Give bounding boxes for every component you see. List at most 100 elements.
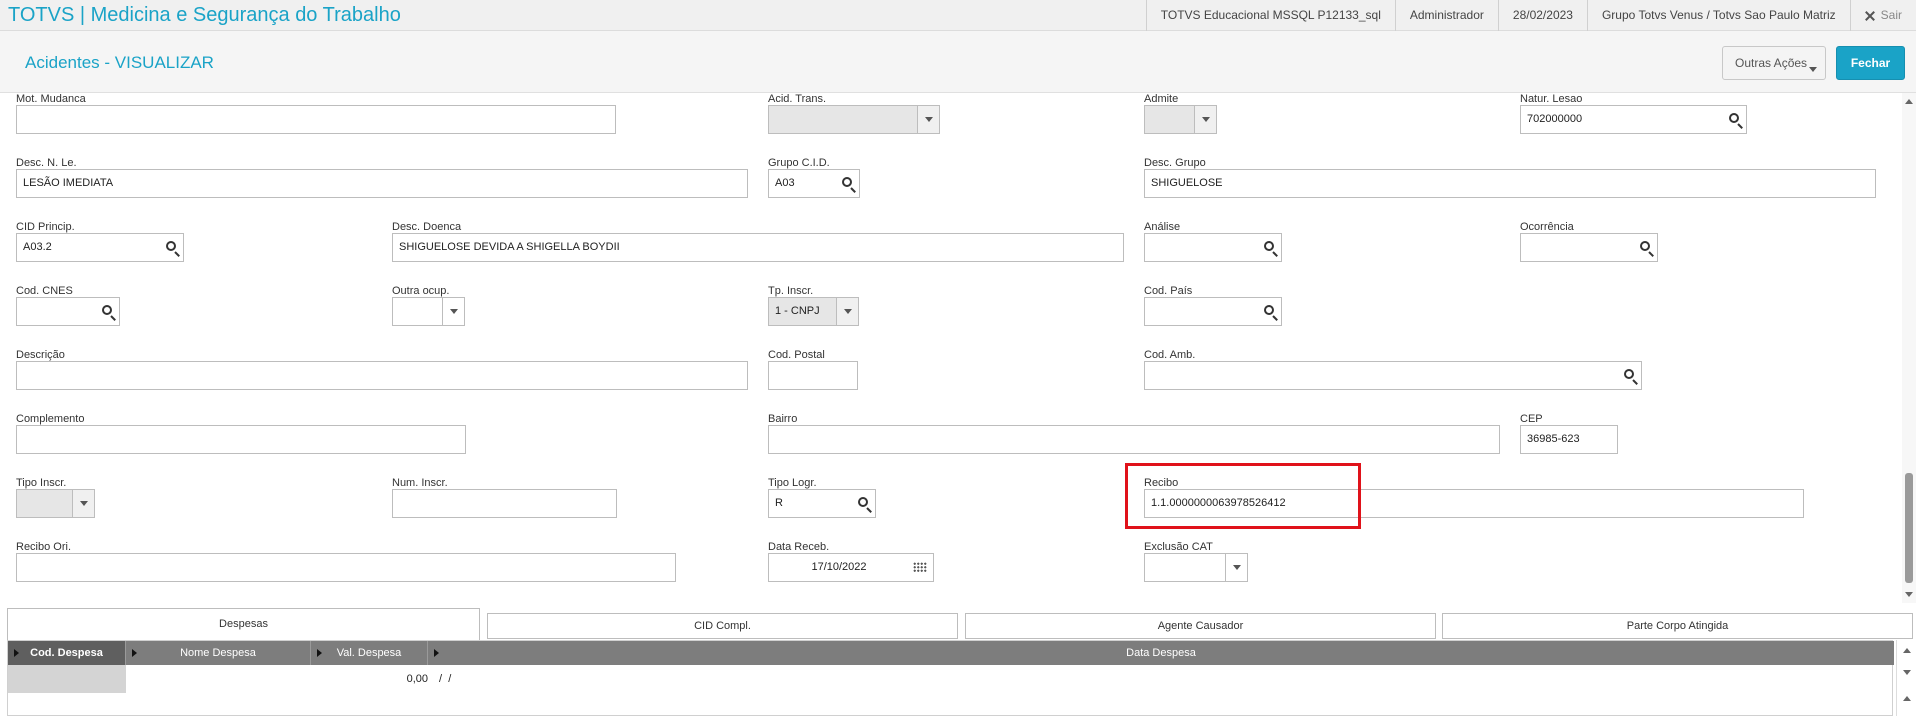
tp-inscr-select[interactable]: 1 - CNPJ bbox=[768, 297, 859, 326]
scroll-up-icon[interactable] bbox=[1903, 648, 1911, 653]
column-val-despesa[interactable]: Val. Despesa bbox=[311, 641, 428, 665]
natur-lesao-label: Natur. Lesao bbox=[1520, 93, 1583, 105]
column-marker-icon bbox=[14, 649, 19, 657]
column-cod-despesa[interactable]: Cod. Despesa bbox=[8, 641, 126, 665]
dropdown-arrow-icon[interactable] bbox=[1225, 554, 1247, 581]
outra-ocup-select[interactable] bbox=[392, 297, 465, 326]
admite-select[interactable] bbox=[1144, 105, 1217, 134]
dropdown-arrow-icon[interactable] bbox=[1194, 106, 1216, 133]
form-scrollbar[interactable] bbox=[1902, 93, 1916, 603]
grupo-cid-input[interactable]: A03 bbox=[768, 169, 860, 198]
column-marker-icon bbox=[317, 649, 322, 657]
num-inscr-input[interactable] bbox=[392, 489, 617, 518]
search-icon[interactable] bbox=[1729, 113, 1739, 123]
grid-header: Cod. Despesa Nome Despesa Val. Despesa D… bbox=[8, 641, 1894, 665]
environment-label: TOTVS Educacional MSSQL P12133_sql bbox=[1145, 0, 1395, 31]
ocorrencia-label: Ocorrência bbox=[1520, 221, 1574, 233]
dropdown-arrow-icon[interactable] bbox=[917, 106, 939, 133]
descricao-label: Descrição bbox=[16, 349, 65, 361]
complemento-input[interactable] bbox=[16, 425, 466, 454]
scroll-down-icon[interactable] bbox=[1903, 670, 1911, 675]
calendar-icon[interactable] bbox=[913, 562, 927, 573]
ocorrencia-input[interactable] bbox=[1520, 233, 1658, 262]
tipo-inscr-select[interactable] bbox=[16, 489, 95, 518]
cell-nome-despesa[interactable] bbox=[126, 665, 311, 693]
column-nome-despesa[interactable]: Nome Despesa bbox=[126, 641, 311, 665]
search-icon[interactable] bbox=[858, 497, 868, 507]
recibo-ori-input[interactable] bbox=[16, 553, 676, 582]
close-icon bbox=[1865, 11, 1875, 21]
page-header: Acidentes - VISUALIZAR Outras Ações Fech… bbox=[0, 31, 1916, 93]
grid-scrollbar[interactable] bbox=[1896, 640, 1916, 716]
column-val-despesa-label: Val. Despesa bbox=[336, 647, 402, 659]
search-icon[interactable] bbox=[842, 177, 852, 187]
scroll-up-icon[interactable] bbox=[1905, 99, 1913, 104]
recibo-ori-label: Recibo Ori. bbox=[16, 541, 72, 553]
other-actions-label: Outras Ações bbox=[1735, 56, 1808, 70]
data-receb-value: 17/10/2022 bbox=[811, 561, 867, 573]
search-icon[interactable] bbox=[1624, 369, 1634, 379]
exclusao-cat-label: Exclusão CAT bbox=[1144, 541, 1213, 553]
mot-mudanca-input[interactable] bbox=[16, 105, 616, 134]
analise-label: Análise bbox=[1144, 221, 1181, 233]
close-button[interactable]: Fechar bbox=[1836, 46, 1905, 80]
despesas-grid: Cod. Despesa Nome Despesa Val. Despesa D… bbox=[7, 640, 1894, 716]
dropdown-arrow-icon[interactable] bbox=[442, 298, 464, 325]
company-label[interactable]: Grupo Totvs Venus / Totvs Sao Paulo Matr… bbox=[1586, 0, 1850, 31]
descricao-input[interactable] bbox=[16, 361, 748, 390]
exclusao-cat-select[interactable] bbox=[1144, 553, 1248, 582]
desc-n-le-input[interactable]: LESÃO IMEDIATA bbox=[16, 169, 748, 198]
acid-trans-select[interactable] bbox=[768, 105, 940, 134]
exit-button[interactable]: Sair bbox=[1849, 0, 1916, 31]
cep-input[interactable]: 36985-623 bbox=[1520, 425, 1618, 454]
cod-postal-input[interactable] bbox=[768, 361, 858, 390]
cid-princip-input[interactable]: A03.2 bbox=[16, 233, 184, 262]
desc-grupo-label: Desc. Grupo bbox=[1144, 157, 1206, 169]
cod-postal-label: Cod. Postal bbox=[768, 349, 825, 361]
complemento-label: Complemento bbox=[16, 413, 85, 425]
desc-n-le-label: Desc. N. Le. bbox=[16, 157, 77, 169]
dropdown-arrow-icon[interactable] bbox=[836, 298, 858, 325]
search-icon[interactable] bbox=[1264, 241, 1274, 251]
search-icon[interactable] bbox=[1264, 305, 1274, 315]
accident-form: Mot. Mudanca Acid. Trans. Admite Natur. … bbox=[0, 93, 1900, 603]
table-row[interactable]: 0,00 / / bbox=[8, 665, 1894, 693]
natur-lesao-input[interactable]: 702000000 bbox=[1520, 105, 1747, 134]
scroll-down-icon[interactable] bbox=[1905, 592, 1913, 597]
scroll-thumb[interactable] bbox=[1905, 473, 1913, 583]
tab-cid-compl[interactable]: CID Compl. bbox=[487, 613, 958, 639]
data-receb-input[interactable]: 17/10/2022 bbox=[768, 553, 934, 582]
cod-pais-label: Cod. País bbox=[1144, 285, 1193, 297]
cid-princip-label: CID Princip. bbox=[16, 221, 75, 233]
search-icon[interactable] bbox=[1640, 241, 1650, 251]
column-data-despesa-label: Data Despesa bbox=[1126, 647, 1196, 659]
grupo-cid-label: Grupo C.I.D. bbox=[768, 157, 830, 169]
column-data-despesa[interactable]: Data Despesa bbox=[428, 641, 1894, 665]
tab-agente-causador[interactable]: Agente Causador bbox=[965, 613, 1436, 639]
cod-amb-input[interactable] bbox=[1144, 361, 1642, 390]
search-icon[interactable] bbox=[166, 241, 176, 251]
dropdown-arrow-icon[interactable] bbox=[72, 490, 94, 517]
cell-val-despesa[interactable]: 0,00 bbox=[311, 665, 428, 693]
search-icon[interactable] bbox=[102, 305, 112, 315]
desc-doenca-input[interactable]: SHIGUELOSE DEVIDA A SHIGELLA BOYDII bbox=[392, 233, 1124, 262]
tab-parte-corpo-atingida[interactable]: Parte Corpo Atingida bbox=[1442, 613, 1913, 639]
column-cod-despesa-label: Cod. Despesa bbox=[30, 647, 103, 659]
bairro-input[interactable] bbox=[768, 425, 1500, 454]
desc-grupo-input[interactable]: SHIGUELOSE bbox=[1144, 169, 1876, 198]
tab-despesas[interactable]: Despesas bbox=[7, 608, 480, 640]
cell-data-despesa[interactable]: / / bbox=[436, 665, 636, 693]
page-title: Acidentes - VISUALIZAR bbox=[25, 53, 214, 72]
grupo-cid-value: A03 bbox=[775, 177, 795, 189]
cod-cnes-input[interactable] bbox=[16, 297, 120, 326]
cell-cod-despesa[interactable] bbox=[8, 665, 126, 693]
tipo-logr-input[interactable]: R bbox=[768, 489, 876, 518]
acid-trans-label: Acid. Trans. bbox=[768, 93, 827, 105]
bairro-label: Bairro bbox=[768, 413, 798, 425]
other-actions-button[interactable]: Outras Ações bbox=[1722, 46, 1826, 80]
outra-ocup-label: Outra ocup. bbox=[392, 285, 450, 297]
cod-pais-input[interactable] bbox=[1144, 297, 1282, 326]
cod-cnes-label: Cod. CNES bbox=[16, 285, 73, 297]
scroll-up-icon[interactable] bbox=[1903, 696, 1911, 701]
analise-input[interactable] bbox=[1144, 233, 1282, 262]
